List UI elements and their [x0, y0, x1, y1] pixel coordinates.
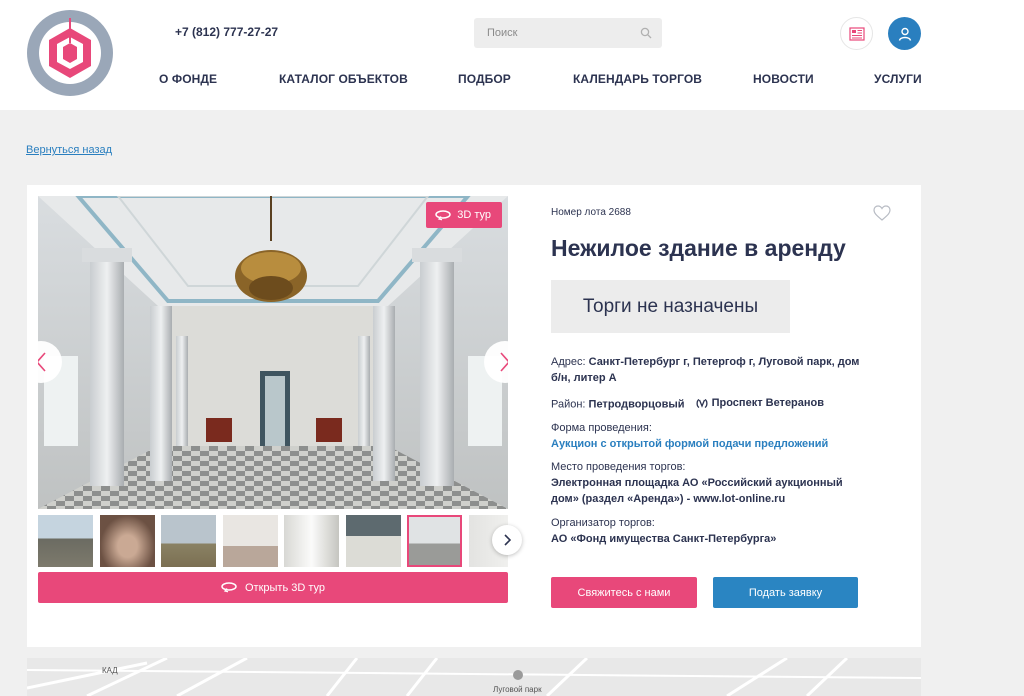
auction-status: Торги не назначены	[551, 280, 790, 333]
thumbnail[interactable]	[100, 515, 155, 567]
metro-station-name: Проспект Ветеранов	[711, 397, 825, 409]
user-icon	[898, 27, 911, 41]
chevron-right-icon	[504, 534, 511, 546]
contact-us-button[interactable]: Свяжитесь с нами	[551, 577, 697, 608]
newspaper-icon	[848, 26, 865, 41]
lot-card: 3D тур Открыть 3D тур Номер лота 2688 Не…	[27, 185, 921, 647]
3d-tour-badge[interactable]: 3D тур	[426, 202, 502, 228]
district-label: Район:	[551, 398, 586, 411]
3d-tour-badge-label: 3D тур	[457, 209, 491, 221]
fund-logo[interactable]	[25, 8, 115, 98]
map-roads	[27, 658, 921, 696]
address-field: Адрес: Санкт-Петербург г, Петергоф г, Лу…	[551, 354, 861, 386]
nav-news[interactable]: НОВОСТИ	[753, 72, 814, 86]
main-photo[interactable]: 3D тур	[38, 196, 508, 509]
thumbnail[interactable]	[223, 515, 278, 567]
place-label: Место проведения торгов:	[551, 461, 686, 473]
open-3d-tour-label: Открыть 3D тур	[244, 581, 326, 594]
place-value: Электронная площадка АО «Российский аукц…	[551, 477, 843, 505]
3d-rotate-icon	[435, 209, 451, 220]
thumbnail[interactable]	[284, 515, 339, 567]
thumbnail[interactable]	[407, 515, 462, 567]
thumbnails-next-button[interactable]	[492, 525, 522, 555]
chevron-right-icon	[500, 352, 508, 372]
search-box[interactable]	[474, 18, 662, 48]
nav-catalog[interactable]: КАТАЛОГ ОБЪЕКТОВ	[279, 72, 408, 86]
form-field: Форма проведения: Аукцион с открытой фор…	[551, 420, 861, 452]
account-button[interactable]	[888, 17, 921, 50]
form-label: Форма проведения:	[551, 422, 652, 434]
3d-rotate-icon	[221, 582, 237, 593]
nav-about[interactable]: О ФОНДЕ	[159, 72, 217, 86]
metro-station: Проспект Ветеранов	[696, 395, 824, 411]
heart-icon[interactable]	[873, 205, 891, 221]
thumbnail[interactable]	[161, 515, 216, 567]
back-link[interactable]: Вернуться назад	[26, 144, 112, 156]
submit-application-button[interactable]: Подать заявку	[713, 577, 858, 608]
site-header: +7 (812) 777-27-27 О ФОНДЕ КАТАЛОГ ОБЪЕК…	[0, 0, 1024, 110]
search-icon[interactable]	[640, 27, 652, 39]
thumbnail[interactable]	[346, 515, 401, 567]
thumbnail-strip	[38, 515, 508, 567]
location-map[interactable]: КАД Луговой парк	[27, 658, 921, 696]
chevron-left-icon	[38, 352, 46, 372]
organizer-label: Организатор торгов:	[551, 517, 655, 529]
organizer-field: Организатор торгов: АО «Фонд имущества С…	[551, 515, 861, 547]
lot-title: Нежилое здание в аренду	[551, 235, 846, 261]
nav-services[interactable]: УСЛУГИ	[874, 72, 922, 86]
form-value-link[interactable]: Аукцион с открытой формой подачи предлож…	[551, 436, 861, 452]
hall-interior-image	[38, 196, 508, 509]
open-3d-tour-button[interactable]: Открыть 3D тур	[38, 572, 508, 603]
phone-number[interactable]: +7 (812) 777-27-27	[175, 25, 278, 39]
map-label-kad: КАД	[102, 666, 118, 675]
metro-icon	[696, 398, 708, 408]
news-button[interactable]	[840, 17, 873, 50]
address-label: Адрес:	[551, 356, 586, 368]
place-field: Место проведения торгов: Электронная пло…	[551, 459, 861, 507]
address-value: Санкт-Петербург г, Петергоф г, Луговой п…	[551, 356, 860, 384]
district-value: Петродворцовый	[588, 398, 685, 411]
thumbnail[interactable]	[38, 515, 93, 567]
district-field: Район: Петродворцовый Проспект Ветеранов	[551, 395, 861, 413]
search-input[interactable]	[474, 18, 624, 48]
map-label-park: Луговой парк	[493, 685, 542, 694]
nav-selection[interactable]: ПОДБОР	[458, 72, 511, 86]
main-nav: О ФОНДЕ КАТАЛОГ ОБЪЕКТОВ ПОДБОР КАЛЕНДАР…	[159, 72, 922, 86]
lot-number: Номер лота 2688	[551, 207, 631, 218]
organizer-value: АО «Фонд имущества Санкт-Петербурга»	[551, 533, 777, 545]
nav-auction-calendar[interactable]: КАЛЕНДАРЬ ТОРГОВ	[573, 72, 702, 86]
